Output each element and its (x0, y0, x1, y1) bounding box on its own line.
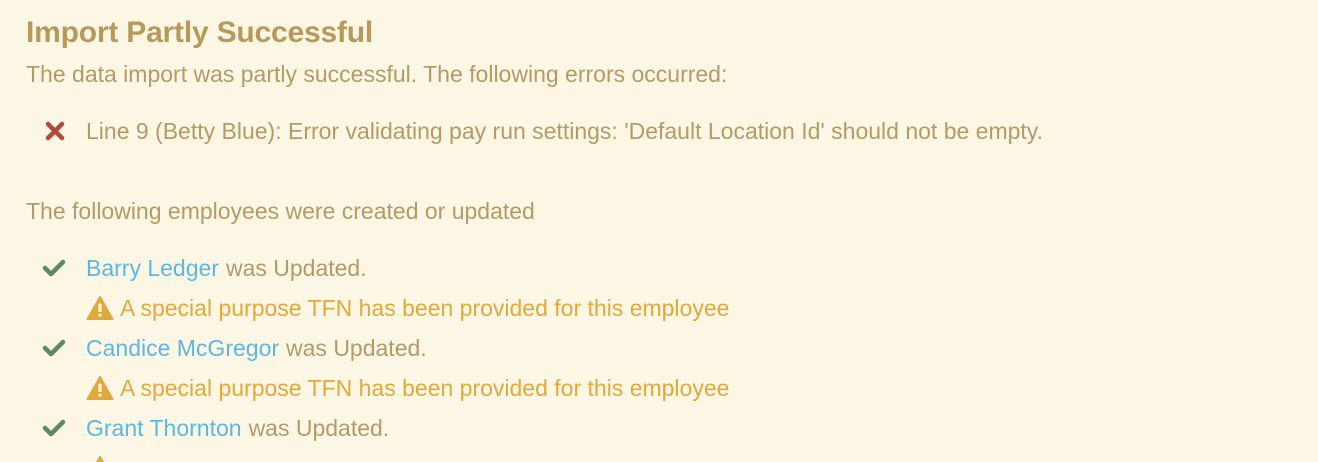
employee-line: Barry Ledger was Updated. (42, 253, 1292, 283)
import-result-panel: Import Partly Successful The data import… (0, 0, 1318, 462)
warning-icon (86, 296, 114, 320)
employee-warning: A special purpose TFN has been provided … (86, 293, 1292, 323)
warning-icon (86, 376, 114, 400)
employee-link-barry-ledger[interactable]: Barry Ledger (86, 253, 219, 283)
employee-warning: A special purpose TFN has been provided … (86, 373, 1292, 403)
employee-line: Grant Thornton was Updated. (42, 413, 1292, 443)
employee-item: Barry Ledger was Updated. A special purp… (42, 253, 1292, 323)
employee-status: was Updated. (225, 255, 367, 281)
employee-item: Grant Thornton was Updated. (42, 413, 1292, 462)
check-icon (42, 339, 66, 357)
employee-status: was Updated. (248, 415, 390, 441)
x-icon (45, 121, 65, 141)
employee-link-grant-thornton[interactable]: Grant Thornton (86, 413, 242, 443)
employee-warning-partial (86, 453, 1292, 462)
employee-list: Barry Ledger was Updated. A special purp… (26, 253, 1292, 462)
employee-link-candice-mcgregor[interactable]: Candice McGregor (86, 333, 279, 363)
employees-heading: The following employees were created or … (26, 198, 535, 224)
warning-text: A special purpose TFN has been provided … (120, 295, 730, 321)
error-text: Line 9 (Betty Blue): Error validating pa… (86, 118, 1043, 144)
employee-item: Candice McGregor was Updated. A special … (42, 333, 1292, 403)
warning-text: A special purpose TFN has been provided … (120, 375, 730, 401)
check-icon (42, 419, 66, 437)
intro-text: The data import was partly successful. T… (26, 61, 728, 87)
employee-status: was Updated. (286, 335, 427, 361)
page-title: Import Partly Successful (26, 16, 373, 49)
error-list: Line 9 (Betty Blue): Error validating pa… (26, 116, 1292, 146)
error-item: Line 9 (Betty Blue): Error validating pa… (44, 116, 1292, 146)
check-icon (42, 259, 66, 277)
employee-line: Candice McGregor was Updated. (42, 333, 1292, 363)
warning-icon (96, 456, 104, 462)
